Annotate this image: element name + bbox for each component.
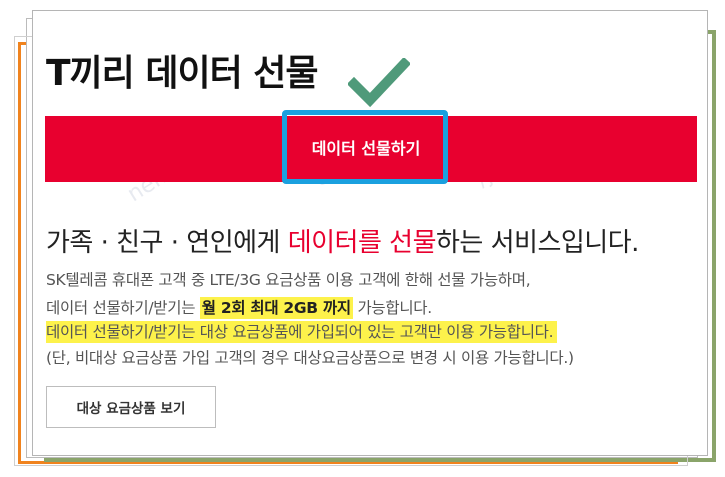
headline-accent: 데이터를 선물: [287, 228, 437, 258]
limit-highlight: 월 2회 최대 2GB 까지: [199, 297, 353, 319]
service-headline: 가족 · 친구 · 연인에게 데이터를 선물하는 서비스입니다.: [46, 222, 639, 259]
page-title: T끼리 데이터 선물: [46, 53, 318, 94]
description-text: 데이터 선물하기/받기는: [46, 299, 200, 317]
description-line: 데이터 선물하기/받기는 월 2회 최대 2GB 까지 가능합니다.: [46, 296, 432, 319]
data-gift-button[interactable]: 데이터 선물하기: [292, 118, 440, 176]
description-text: 가능합니다.: [352, 299, 432, 317]
headline-text: 하는 서비스입니다.: [436, 228, 639, 258]
description-line: (단, 비대상 요금상품 가입 고객의 경우 대상요금상품으로 변경 시 이용 …: [46, 349, 574, 367]
description-line: 데이터 선물하기/받기는 대상 요금상품에 가입되어 있는 고객만 이용 가능합…: [46, 320, 558, 343]
headline-text: 가족 · 친구 · 연인에게: [46, 228, 288, 258]
checkmark-icon: [348, 58, 410, 108]
eligibility-highlight: 데이터 선물하기/받기는 대상 요금상품에 가입되어 있는 고객만 이용 가능합…: [46, 321, 558, 343]
description-line: SK텔레콤 휴대폰 고객 중 LTE/3G 요금상품 이용 고객에 한해 선물 …: [46, 271, 531, 289]
view-eligible-plans-button[interactable]: 대상 요금상품 보기: [46, 386, 216, 428]
